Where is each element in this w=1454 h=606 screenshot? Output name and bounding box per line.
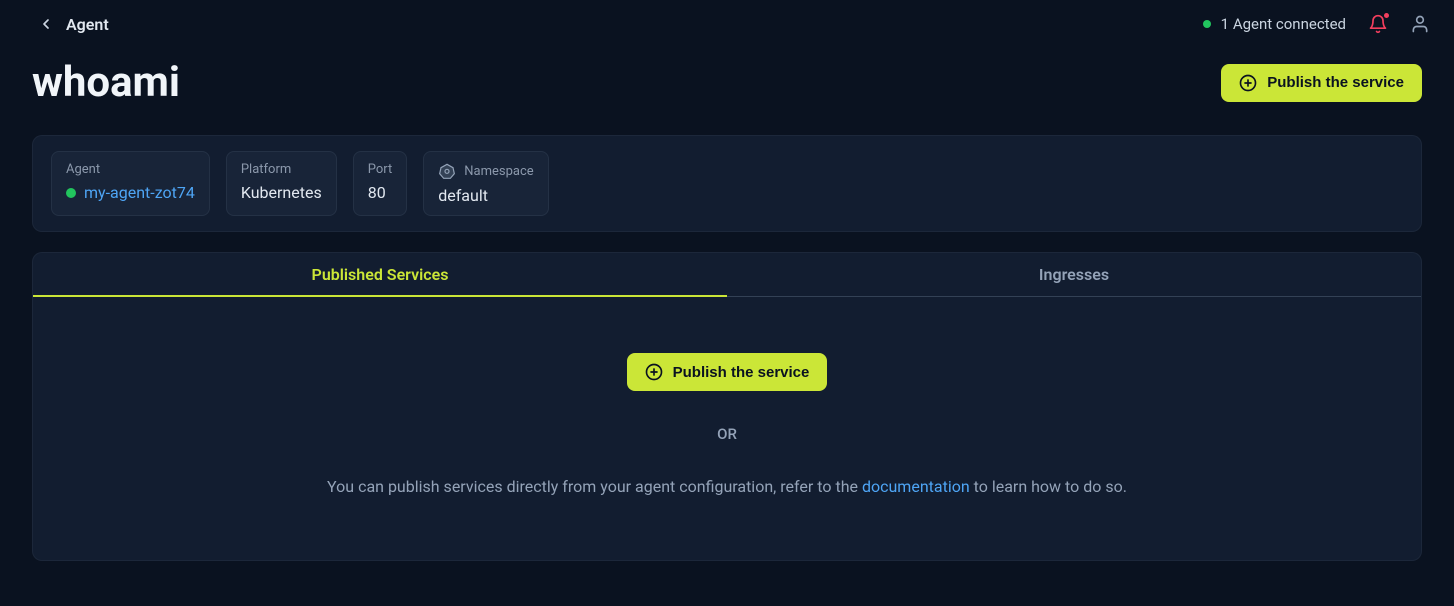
notification-dot-icon bbox=[1384, 13, 1389, 18]
info-tile-port: Port 80 bbox=[353, 151, 408, 216]
topbar-right: 1 Agent connected bbox=[1203, 14, 1430, 34]
info-tile-platform: Platform Kubernetes bbox=[226, 151, 337, 216]
content: whoami Publish the service Agent my-agen… bbox=[0, 48, 1454, 561]
tab-ingresses[interactable]: Ingresses bbox=[727, 253, 1421, 296]
header-row: whoami Publish the service bbox=[32, 58, 1422, 107]
chevron-left-icon[interactable] bbox=[38, 16, 54, 32]
tabs-card: Published Services Ingresses Publish the… bbox=[32, 252, 1422, 561]
platform-value: Kubernetes bbox=[241, 183, 322, 202]
breadcrumb[interactable]: Agent bbox=[66, 15, 109, 34]
status-dot-icon bbox=[66, 188, 76, 198]
topbar-left: Agent bbox=[38, 15, 109, 34]
notification-bell-icon[interactable] bbox=[1368, 14, 1388, 34]
info-tile-namespace: Namespace default bbox=[423, 151, 548, 216]
plus-circle-icon bbox=[1239, 74, 1257, 92]
info-label: Platform bbox=[241, 162, 322, 177]
info-label: Port bbox=[368, 162, 393, 177]
info-label: Namespace bbox=[464, 164, 533, 179]
user-icon[interactable] bbox=[1410, 14, 1430, 34]
tab-published-services[interactable]: Published Services bbox=[33, 253, 727, 296]
namespace-value: default bbox=[438, 186, 533, 205]
page-title: whoami bbox=[32, 58, 180, 107]
info-tile-agent: Agent my-agent-zot74 bbox=[51, 151, 210, 216]
publish-button-label: Publish the service bbox=[673, 364, 810, 381]
or-label: OR bbox=[717, 425, 737, 443]
hint-after: to learn how to do so. bbox=[970, 477, 1127, 496]
info-card: Agent my-agent-zot74 Platform Kubernetes… bbox=[32, 135, 1422, 232]
documentation-link[interactable]: documentation bbox=[862, 477, 970, 496]
status-text: 1 Agent connected bbox=[1221, 15, 1346, 33]
info-label-row: Namespace bbox=[438, 162, 533, 180]
hint-before: You can publish services directly from y… bbox=[327, 477, 862, 496]
agent-status: 1 Agent connected bbox=[1203, 15, 1346, 33]
port-value: 80 bbox=[368, 183, 393, 202]
publish-button-label: Publish the service bbox=[1267, 74, 1404, 91]
plus-circle-icon bbox=[645, 363, 663, 381]
kubernetes-icon bbox=[438, 162, 456, 180]
agent-link[interactable]: my-agent-zot74 bbox=[66, 183, 195, 202]
tabs-row: Published Services Ingresses bbox=[33, 253, 1421, 297]
publish-service-button[interactable]: Publish the service bbox=[1221, 64, 1422, 102]
status-dot-icon bbox=[1203, 20, 1211, 28]
hint-text: You can publish services directly from y… bbox=[327, 477, 1127, 496]
tab-body: Publish the service OR You can publish s… bbox=[33, 297, 1421, 560]
info-label: Agent bbox=[66, 162, 195, 177]
topbar: Agent 1 Agent connected bbox=[0, 0, 1454, 48]
publish-service-button-center[interactable]: Publish the service bbox=[627, 353, 828, 391]
agent-name: my-agent-zot74 bbox=[84, 183, 195, 202]
